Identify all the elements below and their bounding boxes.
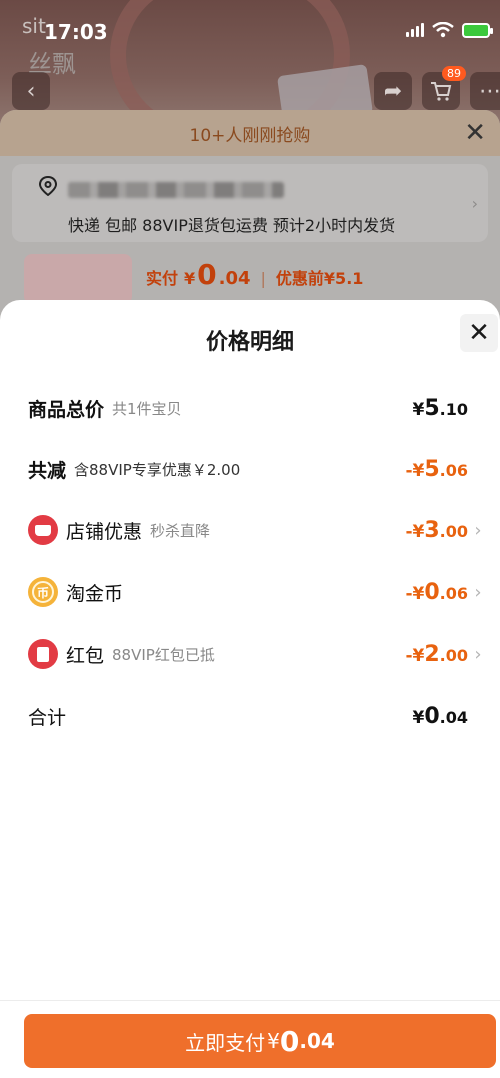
chevron-right-icon: ›	[474, 643, 482, 665]
close-icon[interactable]: ✕	[464, 118, 486, 148]
row-grand-total: 合计 ¥ 0 .04	[28, 701, 484, 731]
row-amount: -¥ 5 .06	[405, 457, 468, 482]
amount-currency: -¥	[405, 460, 425, 481]
share-icon: ➦	[383, 78, 403, 104]
chevron-left-icon: ‹	[26, 78, 36, 104]
row-label: 淘金币	[66, 582, 124, 605]
amount-currency: -¥	[405, 645, 425, 666]
coin-glyph: 币	[32, 581, 54, 603]
cart-button[interactable]: 89	[422, 66, 466, 110]
row-label: 店铺优惠	[66, 520, 143, 543]
red-packet-icon	[28, 639, 58, 669]
pay-button-integer: 0	[279, 1024, 300, 1058]
row-amount: ¥ 5 .10	[413, 396, 469, 421]
row-label: 合计	[28, 706, 67, 729]
amount-decimal: .00	[439, 645, 468, 665]
footer-divider	[0, 1000, 500, 1001]
row-sublabel: 秒杀直降	[150, 521, 211, 540]
row-amount: -¥ 0 .06	[405, 580, 468, 605]
price-decimal: .04	[218, 268, 251, 289]
product-thumbnail	[24, 254, 132, 304]
shipping-info: 快递 包邮 88VIP退货包运费 预计2小时内发货	[68, 216, 396, 235]
row-red-packet[interactable]: 红包 88VIP红包已抵 -¥ 2 .00 ›	[28, 639, 484, 669]
sheet-title: 价格明细	[205, 330, 294, 355]
location-pin-icon	[38, 176, 58, 196]
pay-button-decimal: .04	[299, 1029, 335, 1053]
price-separator: |	[260, 269, 266, 288]
row-label: 商品总价	[28, 398, 105, 421]
pay-now-button[interactable]: 立即支付 ¥ 0 .04	[24, 1014, 496, 1068]
shop-icon	[28, 515, 58, 545]
amount-decimal: .04	[439, 707, 468, 727]
amount-decimal: .06	[439, 583, 468, 603]
chevron-right-icon: ›	[474, 581, 482, 603]
watermark-text: sit	[22, 14, 46, 38]
original-price: 优惠前¥5.1	[275, 269, 364, 288]
row-amount: ¥ 0 .04	[413, 704, 469, 729]
amount-currency: ¥	[412, 399, 425, 420]
amount-decimal: .00	[439, 521, 468, 541]
amount-currency: ¥	[412, 707, 425, 728]
price-label: 实付	[146, 269, 179, 288]
row-sublabel: 88VIP红包已抵	[112, 645, 215, 664]
pay-button-currency: ¥	[267, 1029, 280, 1053]
product-price: 实付 ¥ 0 .04 | 优惠前¥5.1	[146, 258, 363, 291]
cart-count-badge: 89	[442, 66, 466, 81]
amount-integer: 5	[424, 456, 440, 482]
share-button[interactable]: ➦	[374, 72, 412, 110]
close-icon: ✕	[468, 318, 490, 348]
pay-button-label: 立即支付	[185, 1030, 266, 1055]
row-label: 共减	[28, 459, 67, 482]
row-item-total: 商品总价 共1件宝贝 ¥ 5 .10	[28, 393, 484, 423]
more-button[interactable]: ⋯	[470, 72, 500, 110]
price-currency: ¥	[184, 269, 196, 288]
signal-icon	[406, 23, 424, 37]
coin-icon: 币	[28, 577, 58, 607]
battery-icon	[462, 22, 493, 38]
status-icons	[406, 22, 493, 38]
row-amount: -¥ 3 .00	[405, 518, 468, 543]
purchase-banner: 10+人刚刚抢购 ✕	[0, 110, 500, 156]
chevron-right-icon: ›	[474, 519, 482, 541]
row-taobao-coins[interactable]: 币 淘金币 -¥ 0 .06 ›	[28, 577, 484, 607]
amount-currency: -¥	[405, 583, 425, 604]
amount-currency: -¥	[405, 521, 425, 542]
close-button[interactable]: ✕	[460, 314, 498, 352]
row-label: 红包	[66, 644, 105, 667]
row-sublabel: 含88VIP专享优惠￥2.00	[74, 460, 241, 479]
address-card[interactable]: 快递 包邮 88VIP退货包运费 预计2小时内发货 ›	[12, 164, 488, 242]
status-time: 17:03	[44, 20, 108, 44]
cart-icon	[431, 82, 452, 101]
price-integer: 0	[197, 258, 217, 291]
address-redacted	[68, 182, 284, 198]
amount-integer: 0	[424, 579, 440, 605]
amount-integer: 5	[424, 395, 440, 421]
amount-decimal: .10	[439, 399, 468, 419]
more-icon: ⋯	[479, 78, 500, 104]
wifi-icon	[432, 22, 454, 38]
amount-decimal: .06	[439, 460, 468, 480]
row-sublabel: 共1件宝贝	[112, 399, 182, 418]
price-detail-sheet: 价格明细 ✕ 商品总价 共1件宝贝 ¥ 5 .10 共减 含88VIP专享优惠￥…	[0, 300, 500, 1078]
banner-text: 10+人刚刚抢购	[189, 125, 311, 146]
row-amount: -¥ 2 .00	[405, 642, 468, 667]
chevron-right-icon: ›	[471, 194, 478, 213]
row-total-discount: 共减 含88VIP专享优惠￥2.00 -¥ 5 .06	[28, 454, 484, 484]
back-button[interactable]: ‹	[12, 72, 50, 110]
amount-integer: 0	[424, 703, 440, 729]
amount-integer: 3	[424, 517, 440, 543]
row-shop-discount[interactable]: 店铺优惠 秒杀直降 -¥ 3 .00 ›	[28, 515, 484, 545]
amount-integer: 2	[424, 641, 440, 667]
